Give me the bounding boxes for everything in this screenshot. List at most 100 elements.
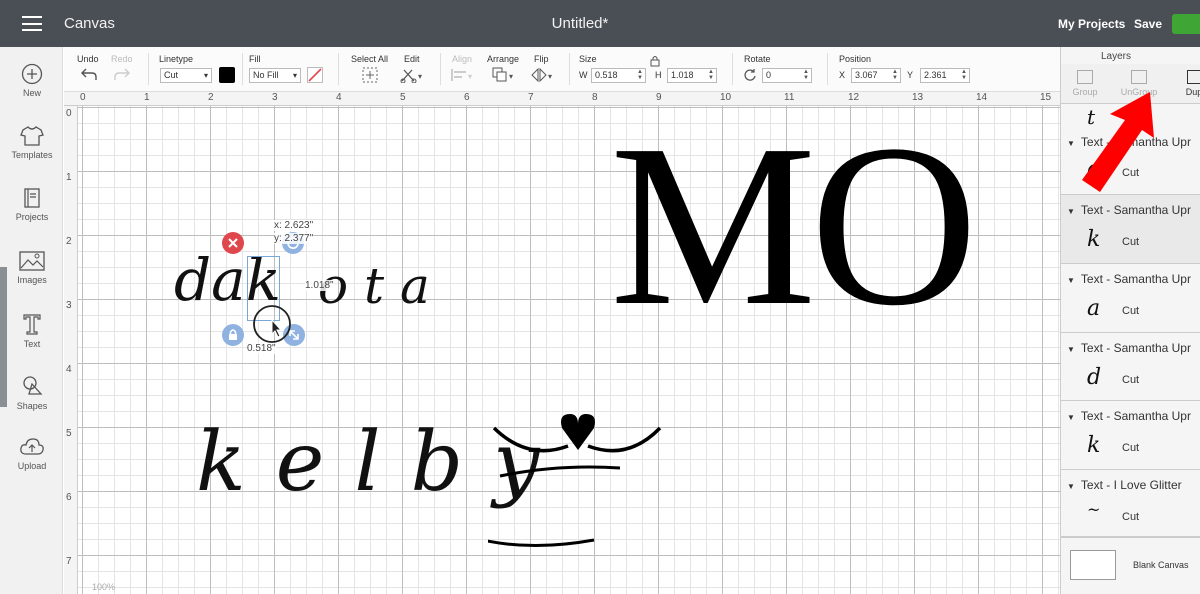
layer-group[interactable]: ▼ Text - Samantha Upr d Cut [1061,333,1200,401]
svg-text:▾: ▾ [509,72,513,81]
cloud-upload-icon [20,438,44,455]
ruler-tick: 0 [66,108,72,119]
shapes-icon [23,376,43,395]
layer-name: Text - Samantha Upr [1080,409,1191,423]
lock-icon[interactable] [650,55,660,67]
my-projects-link[interactable]: My Projects [1058,17,1125,31]
triangle-down-icon: ▼ [1067,482,1075,491]
sidebar-item-projects[interactable]: Projects [4,187,60,222]
layer-cut-label: Cut [1122,236,1140,248]
sidebar-item-label: Templates [11,150,53,160]
make-it-button[interactable] [1172,14,1200,34]
layer-glyph: k [1087,227,1101,252]
ruler-tick: 8 [592,92,598,103]
layer-glyph: d [1087,365,1102,390]
sidebar-item-new[interactable]: New [4,63,60,98]
ruler-tick: 15 [1040,92,1052,103]
heart-flourish-graphic[interactable] [488,406,668,556]
position-y-value: 2.361 [924,70,947,80]
design-canvas[interactable]: MO dak o t a k e l b y x: 2.623" y: 2.37… [78,106,1060,594]
book-icon [24,188,40,208]
rotate-icon [744,69,756,81]
width-input[interactable]: 0.518 ▲ ▼ [591,68,646,83]
ruler-tick: 0 [80,92,86,103]
fill-label: Fill [249,54,261,64]
position-y-input[interactable]: 2.361 ▲ ▼ [920,68,970,83]
sidebar-item-templates[interactable]: Templates [4,125,60,160]
layer-cut-label: Cut [1122,374,1140,386]
height-letter: H [655,70,662,80]
blank-canvas-row[interactable]: Blank Canvas [1061,537,1200,594]
edit-toolbar: Undo Redo Linetype Cut ▾ Fill No Fill ▾ … [64,47,1060,92]
arrange-icon[interactable]: ▾ [492,67,516,83]
sidebar-item-label: Upload [17,461,47,471]
document-title: Untitled* [551,15,609,32]
layer-group-selected[interactable]: ▼ Text - Samantha Upr k Cut [1061,195,1200,264]
rotate-input[interactable]: 0 ▲ ▼ [762,68,812,83]
ruler-tick: 4 [336,92,342,103]
sidebar-item-label: Text [23,339,41,349]
mo-text-object[interactable]: MO [610,110,978,342]
redo-icon[interactable] [113,67,131,81]
sidebar-item-images[interactable]: Images [4,250,60,285]
ungroup-icon [1131,70,1147,84]
save-button[interactable]: Save [1134,17,1162,31]
triangle-down-icon: ▼ [1067,139,1075,148]
svg-text:▾: ▾ [418,72,422,81]
flip-icon[interactable]: ▾ [530,67,554,83]
svg-text:▾: ▾ [468,72,472,81]
height-dimension-label: 1.018" [305,280,334,291]
layer-name: Text - Samantha Upr [1080,203,1191,217]
divider [242,53,243,85]
sidebar-item-shapes[interactable]: Shapes [4,374,60,411]
layer-title: ▼ Text - Samantha Upr [1067,203,1191,217]
design-space-window: Canvas Untitled* My Projects Save New Te… [0,0,1200,594]
blank-canvas-swatch[interactable] [1070,550,1116,580]
position-tooltip-x: x: 2.623" [274,220,314,231]
fill-select[interactable]: No Fill ▾ [249,68,301,83]
layer-title: ▼ Text - Samantha Upr [1067,272,1191,286]
linetype-select[interactable]: Cut ▾ [160,68,212,83]
align-icon[interactable]: ▾ [450,67,474,83]
chevron-down-icon: ▾ [203,71,208,80]
sidebar-item-upload[interactable]: Upload [4,436,60,471]
ruler-tick: 6 [464,92,470,103]
divider [827,53,828,85]
height-input[interactable]: 1.018 ▲ ▼ [667,68,717,83]
zoom-level[interactable]: 100% [92,582,115,592]
sidebar-item-text[interactable]: Text [4,312,60,349]
ruler-tick: 2 [66,236,72,247]
stepper-icon: ▲ ▼ [803,69,809,81]
lock-handle[interactable] [222,324,244,346]
position-x-input[interactable]: 3.067 ▲ ▼ [851,68,901,83]
stepper-icon: ▲ ▼ [961,69,967,81]
select-all-icon[interactable] [362,67,378,83]
triangle-down-icon: ▼ [1067,207,1075,216]
layer-cut-label: Cut [1122,511,1140,523]
rotate-label: Rotate [744,54,771,64]
edit-scissors-icon[interactable]: ▾ [400,67,424,83]
flip-label: Flip [534,54,549,64]
size-label: Size [579,54,597,64]
ruler-tick: 9 [656,92,662,103]
fill-value: No Fill [253,70,279,80]
left-sidebar: New Templates Projects Images Text Shape… [0,47,63,594]
undo-icon[interactable] [80,67,98,81]
align-label: Align [452,54,473,64]
linetype-color-swatch[interactable] [219,67,235,83]
dakota-text-right[interactable]: o t a [318,256,430,316]
x-letter: X [839,70,846,80]
layer-group[interactable]: ▼ Text - I Love Glitter ~ Cut [1061,470,1200,537]
layer-cut-label: Cut [1122,442,1140,454]
ruler-tick: 12 [848,92,860,103]
divider [440,53,441,85]
sidebar-item-label: Shapes [16,401,48,411]
rotate-value: 0 [766,70,772,80]
delete-handle[interactable] [222,232,244,254]
layer-group[interactable]: ▼ Text - Samantha Upr a Cut [1061,264,1200,333]
edit-label: Edit [404,54,420,64]
layer-group[interactable]: ▼ Text - Samantha Upr k Cut [1061,401,1200,470]
ruler-tick: 2 [208,92,214,103]
no-fill-swatch-icon[interactable] [307,67,323,83]
ruler-tick: 3 [272,92,278,103]
